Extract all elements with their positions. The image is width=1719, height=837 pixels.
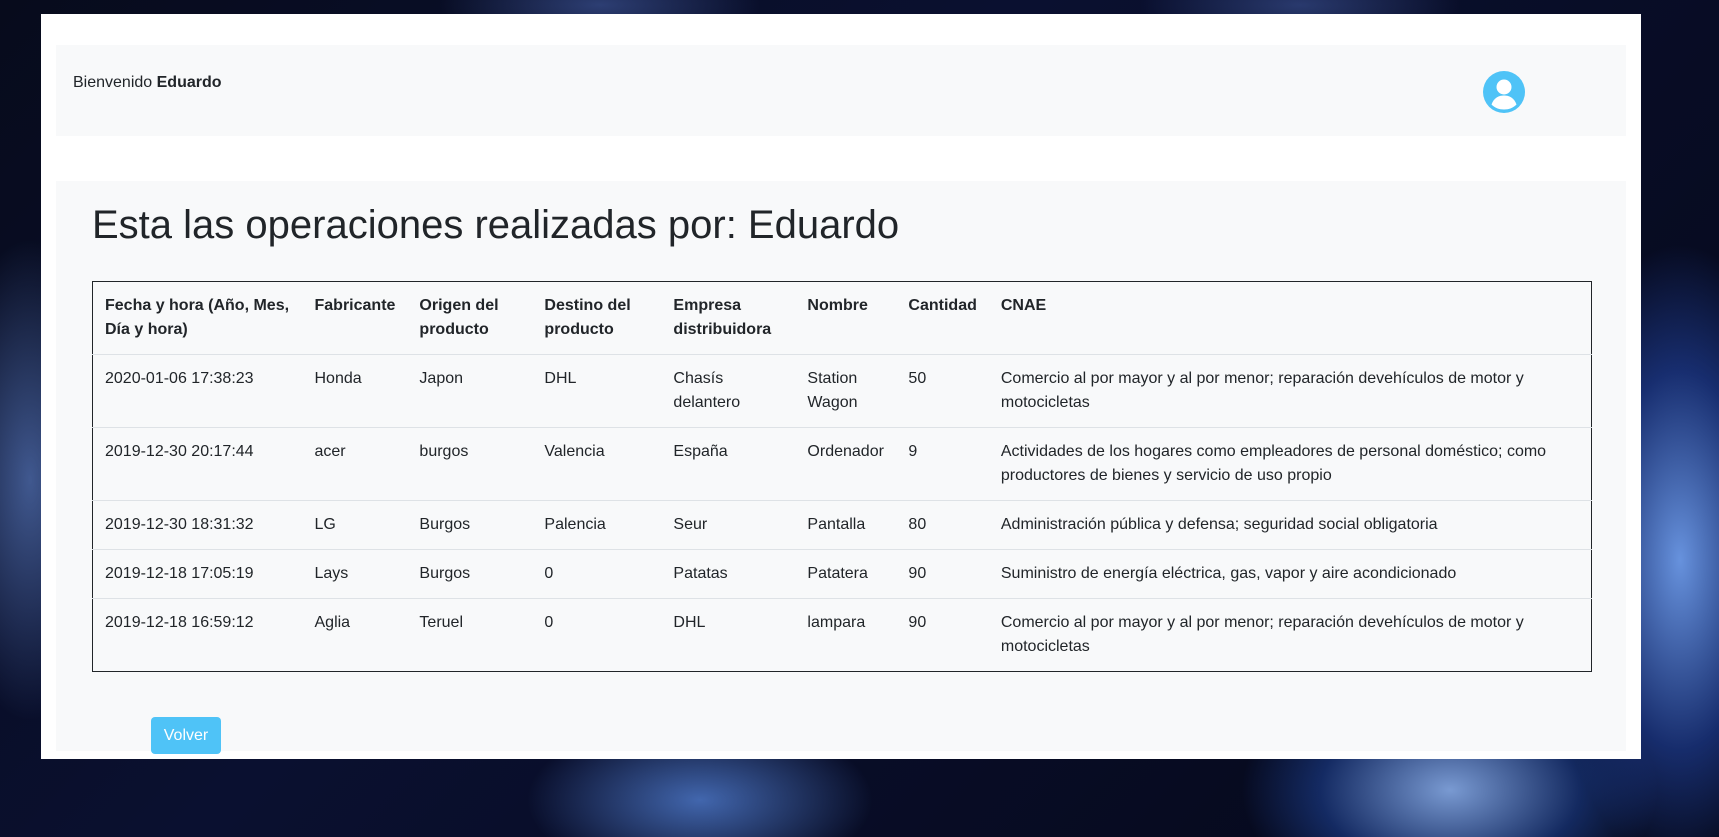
cell-cnae: Comercio al por mayor y al por menor; re… — [988, 354, 1592, 428]
cell-quantity: 9 — [896, 427, 989, 501]
cell-name: Station Wagon — [795, 354, 897, 428]
table-header-row: Fecha y hora (Año, Mes, Día y hora) Fabr… — [92, 281, 1592, 355]
welcome-username: Eduardo — [156, 74, 222, 91]
cell-quantity: 90 — [896, 549, 989, 599]
cell-cnae: Suministro de energía eléctrica, gas, va… — [988, 549, 1592, 599]
cell-destination: DHL — [532, 354, 662, 428]
cell-cnae: Comercio al por mayor y al por menor; re… — [988, 598, 1592, 672]
cell-distributor: Seur — [661, 500, 796, 550]
cell-datetime: 2019-12-18 17:05:19 — [92, 549, 303, 599]
column-header-destination: Destino del producto — [532, 281, 662, 355]
cell-cnae: Administración pública y defensa; seguri… — [988, 500, 1592, 550]
cell-manufacturer: acer — [302, 427, 408, 501]
cell-destination: 0 — [532, 598, 662, 672]
column-header-name: Nombre — [795, 281, 897, 355]
cell-distributor: DHL — [661, 598, 796, 672]
table-row: 2019-12-18 16:59:12 Aglia Teruel 0 DHL l… — [92, 598, 1592, 672]
operations-table: Fecha y hora (Año, Mes, Día y hora) Fabr… — [92, 281, 1592, 672]
cell-manufacturer: Lays — [302, 549, 408, 599]
cell-origin: Japon — [407, 354, 533, 428]
column-header-datetime: Fecha y hora (Año, Mes, Día y hora) — [92, 281, 303, 355]
cell-destination: Palencia — [532, 500, 662, 550]
column-header-manufacturer: Fabricante — [302, 281, 408, 355]
back-button[interactable]: Volver — [151, 717, 221, 754]
operations-panel: Esta las operaciones realizadas por: Edu… — [56, 181, 1626, 754]
cell-quantity: 90 — [896, 598, 989, 672]
cell-datetime: 2019-12-18 16:59:12 — [92, 598, 303, 672]
table-row: 2020-01-06 17:38:23 Honda Japon DHL Chas… — [92, 354, 1592, 428]
cell-name: lampara — [795, 598, 897, 672]
top-navbar: Bienvenido Eduardo — [56, 45, 1626, 136]
cell-distributor: Chasís delantero — [661, 354, 796, 428]
cell-name: Pantalla — [795, 500, 897, 550]
column-header-quantity: Cantidad — [896, 281, 989, 355]
cell-name: Patatera — [795, 549, 897, 599]
user-circle-icon[interactable] — [1483, 71, 1525, 113]
column-header-origin: Origen del producto — [407, 281, 533, 355]
cell-manufacturer: Aglia — [302, 598, 408, 672]
cell-datetime: 2020-01-06 17:38:23 — [92, 354, 303, 428]
cell-destination: 0 — [532, 549, 662, 599]
cell-name: Ordenador — [795, 427, 897, 501]
page-container: Bienvenido Eduardo Esta las operaciones … — [41, 14, 1641, 759]
cell-origin: Burgos — [407, 549, 533, 599]
cell-datetime: 2019-12-30 18:31:32 — [92, 500, 303, 550]
cell-distributor: España — [661, 427, 796, 501]
table-row: 2019-12-30 20:17:44 acer burgos Valencia… — [92, 427, 1592, 501]
cell-distributor: Patatas — [661, 549, 796, 599]
table-row: 2019-12-18 17:05:19 Lays Burgos 0 Patata… — [92, 549, 1592, 599]
page-title: Esta las operaciones realizadas por: Edu… — [92, 203, 900, 247]
table-row: 2019-12-30 18:31:32 LG Burgos Palencia S… — [92, 500, 1592, 550]
cell-origin: Burgos — [407, 500, 533, 550]
cell-quantity: 80 — [896, 500, 989, 550]
column-header-distributor: Empresa distribuidora — [661, 281, 796, 355]
cell-destination: Valencia — [532, 427, 662, 501]
cell-quantity: 50 — [896, 354, 989, 428]
cell-origin: burgos — [407, 427, 533, 501]
cell-cnae: Actividades de los hogares como empleado… — [988, 427, 1592, 501]
column-header-cnae: CNAE — [988, 281, 1592, 355]
welcome-prefix: Bienvenido — [73, 74, 157, 91]
cell-datetime: 2019-12-30 20:17:44 — [92, 427, 303, 501]
cell-manufacturer: Honda — [302, 354, 408, 428]
cell-manufacturer: LG — [302, 500, 408, 550]
welcome-message: Bienvenido Eduardo — [73, 74, 222, 92]
cell-origin: Teruel — [407, 598, 533, 672]
